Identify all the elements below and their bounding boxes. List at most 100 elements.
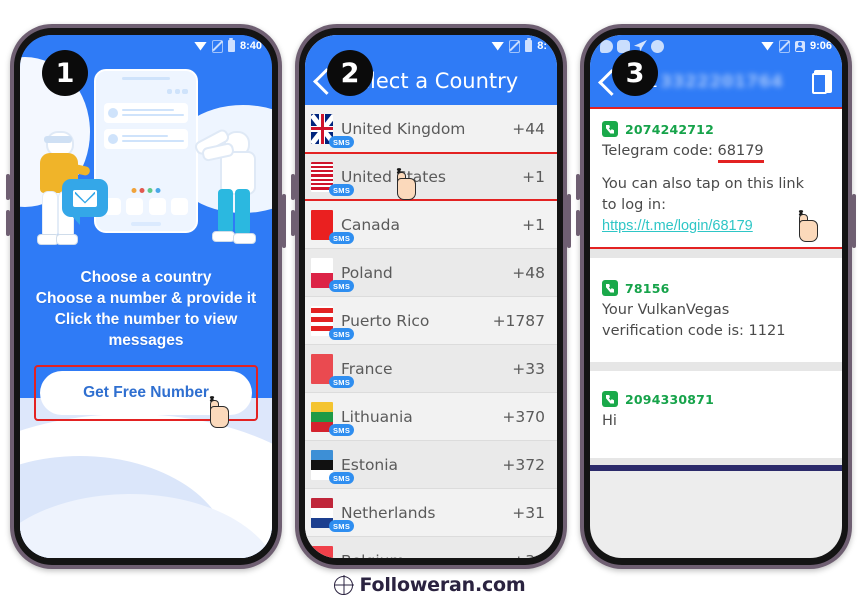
country-row-united-states[interactable]: United States +1 SMS: [305, 152, 557, 201]
phone2-power-button[interactable]: [567, 194, 571, 248]
brand-name: Followeran.com: [359, 574, 526, 596]
country-name: Poland: [341, 263, 393, 282]
country-row-netherlands[interactable]: Netherlands +31 SMS: [305, 489, 557, 537]
country-row-belgium[interactable]: Belgium+32SMS: [305, 537, 557, 558]
message-sender: 2094330871: [625, 391, 714, 407]
country-name: Netherlands: [341, 503, 436, 522]
phone3-power-button[interactable]: [852, 194, 856, 248]
country-name: France: [341, 359, 393, 378]
message-divider: [590, 458, 842, 465]
telegram-code-value: 68179: [717, 143, 764, 163]
instruction-line-2: Choose a number & provide it: [35, 290, 257, 307]
country-dial-code: +48: [512, 263, 545, 282]
phone-2-frame: 8: Select a Country United Kingdom +44 SMS…: [291, 24, 571, 569]
telegram-code-label: Telegram code:: [602, 143, 718, 159]
message-divider: [590, 249, 842, 258]
instruction-line-4: messages: [108, 332, 184, 349]
message-1-highlight-top: [590, 107, 842, 109]
message-item[interactable]: 2074242712 Telegram code: 68179 You can …: [590, 107, 842, 249]
row-highlight-top: [305, 152, 557, 154]
sms-badge: SMS: [329, 376, 355, 388]
country-row-puerto-rico[interactable]: Puerto Rico +1787 SMS: [305, 297, 557, 345]
country-name: Lithuania: [341, 407, 413, 426]
country-name: Puerto Rico: [341, 311, 430, 330]
whatsapp-icon: [600, 39, 613, 53]
phone-1-frame: 8:40 Choose a country Choose a number & …: [6, 24, 286, 569]
country-name: Estonia: [341, 455, 399, 474]
phone3-volume-up-button[interactable]: [576, 174, 580, 200]
message-line-1: Your VulkanVegas: [602, 302, 730, 318]
sms-badge: SMS: [329, 232, 355, 244]
message-body: Hi: [602, 413, 617, 429]
link-instruction-line-1: You can also tap on this link: [602, 176, 804, 192]
message-body: Your VulkanVegas verification code is: 1…: [602, 300, 830, 342]
telegram-login-link[interactable]: https://t.me/login/68179: [602, 218, 753, 234]
phone1-power-button[interactable]: [282, 194, 286, 248]
message-line-2: verification code is: 1121: [602, 323, 786, 339]
sim-off-icon: [509, 39, 521, 53]
country-row-estonia[interactable]: Estonia +372 SMS: [305, 441, 557, 489]
message-item[interactable]: 2094330871 Hi: [590, 371, 842, 458]
message-sender: 2074242712: [625, 121, 714, 137]
sms-badge: SMS: [329, 472, 355, 484]
wifi-icon: [491, 41, 505, 51]
screenshot-stage: 8:40 Choose a country Choose a number & …: [0, 0, 860, 600]
sms-badge: SMS: [329, 184, 355, 196]
message-1-wrapper: 2074242712 Telegram code: 68179 You can …: [590, 107, 842, 249]
instruction-line-3: Click the number to view: [54, 311, 238, 328]
message-item[interactable]: 78156 Your VulkanVegas verification code…: [590, 258, 842, 362]
sms-badge: SMS: [329, 328, 355, 340]
message-sender: 78156: [625, 280, 670, 296]
sms-badge: SMS: [329, 520, 355, 532]
phone1-volume-down-button[interactable]: [6, 210, 10, 236]
get-free-number-button[interactable]: Get Free Number: [40, 371, 252, 415]
phone-icon: [602, 280, 618, 296]
wifi-icon: [760, 41, 774, 51]
illustration-phone: [94, 69, 198, 233]
phone3-screen: 9:06 +1 3322201764: [590, 35, 842, 558]
country-dial-code: +31: [512, 503, 545, 522]
country-row-france[interactable]: France +33 SMS: [305, 345, 557, 393]
country-dial-code: +372: [502, 455, 545, 474]
country-row-united-kingdom[interactable]: United Kingdom +44 SMS: [305, 105, 557, 153]
phone3-volume-down-button[interactable]: [576, 210, 580, 236]
envelope-icon: [73, 189, 97, 207]
phone1-background-waves: [20, 398, 272, 558]
country-row-lithuania[interactable]: Lithuania +370 SMS: [305, 393, 557, 441]
onboarding-instructions: Choose a country Choose a number & provi…: [20, 267, 272, 351]
country-dial-code: +1: [522, 167, 545, 186]
contact-icon: [794, 40, 805, 52]
phone-3-frame: 9:06 +1 3322201764: [576, 24, 856, 569]
phone2-volume-up-button[interactable]: [291, 174, 295, 200]
country-dial-code: +1: [522, 215, 545, 234]
message-1-highlight-bottom: [590, 247, 842, 249]
copy-icon[interactable]: [812, 70, 832, 94]
battery-icon: [525, 38, 533, 52]
be-flag: [311, 545, 333, 558]
get-free-number-highlight: Get Free Number: [34, 365, 258, 421]
phone2-clock: 8:: [537, 40, 547, 52]
instruction-line-1: Choose a country: [80, 269, 212, 286]
illustration-person-right: [192, 123, 262, 251]
sim-off-icon: [211, 39, 223, 53]
phone1-volume-up-button[interactable]: [6, 174, 10, 200]
phone2-screen: 8: Select a Country United Kingdom +44 SMS…: [305, 35, 557, 558]
country-row-poland[interactable]: Poland +48 SMS: [305, 249, 557, 297]
country-row-canada[interactable]: Canada +1 SMS: [305, 201, 557, 249]
link-instruction-line-2: to log in:: [602, 197, 666, 213]
number-blurred: 3322201764: [660, 72, 784, 92]
country-dial-code: +33: [512, 359, 545, 378]
phone2-volume-down-button[interactable]: [291, 210, 295, 236]
country-dial-code: +44: [512, 119, 545, 138]
bottom-accent-bar: [590, 465, 842, 471]
sms-badge: SMS: [329, 280, 355, 292]
sim-off-icon: [778, 39, 790, 53]
country-name: Canada: [341, 215, 400, 234]
phone1-clock: 8:40: [239, 40, 262, 52]
phone3-clock: 9:06: [809, 40, 832, 52]
row-highlight-bottom: [305, 199, 557, 201]
battery-icon: [227, 38, 235, 52]
country-list[interactable]: United Kingdom +44 SMS United States +1 SMS Ca…: [305, 105, 557, 558]
step-badge-1: 1: [42, 50, 88, 96]
country-dial-code: +370: [502, 407, 545, 426]
